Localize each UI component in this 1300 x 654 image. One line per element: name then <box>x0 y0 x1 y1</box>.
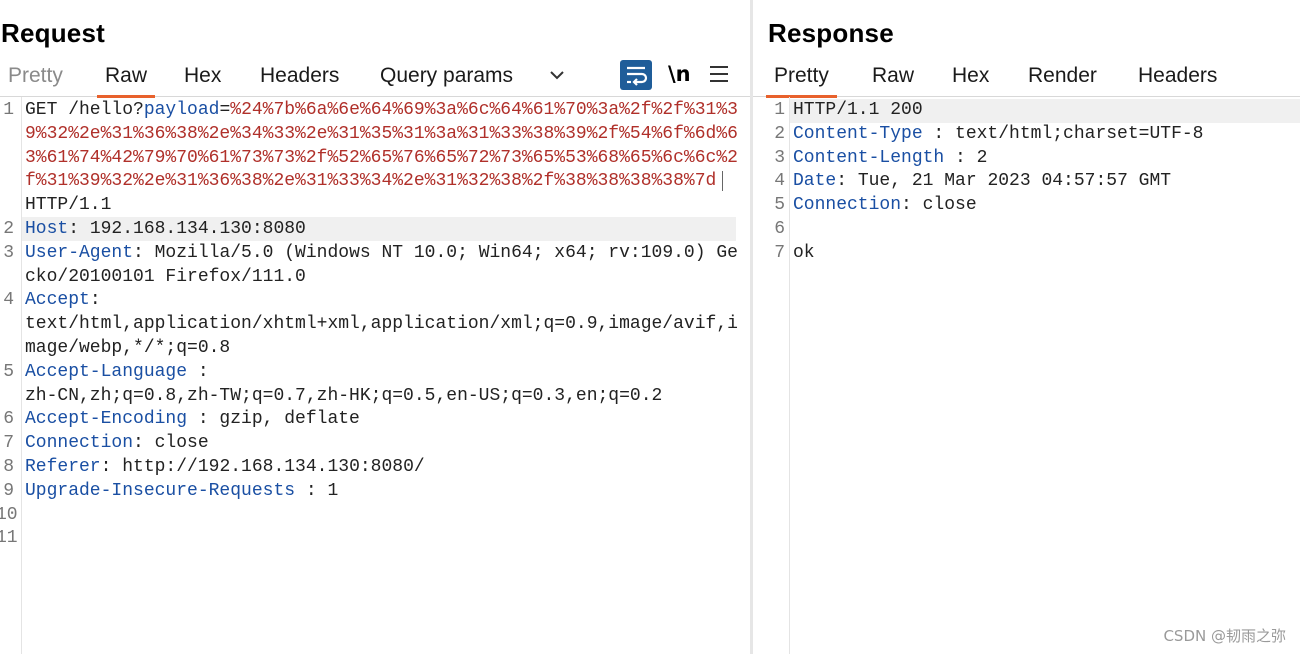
tab-raw[interactable]: Raw <box>96 62 156 98</box>
response-line-7: 7 ok <box>774 242 815 263</box>
request-line-11: 11 ​ <box>0 528 18 549</box>
tab-pretty[interactable]: Pretty <box>766 62 837 98</box>
request-line-9: 9 Upgrade-Insecure-Requests : 1 <box>3 480 339 501</box>
response-line-4: 4 Date: Tue, 21 Mar 2023 04:57:57 GMT <box>774 171 1172 192</box>
chevron-down-icon[interactable] <box>548 66 566 84</box>
request-line-4: 4 Accept: text/html,application/xhtml+xm… <box>3 290 738 358</box>
response-line-5: 5 Connection: close <box>774 195 977 216</box>
response-line-2: 2 Content-Type : text/html;charset=UTF-8 <box>774 123 1204 144</box>
newline-icon[interactable]: \n <box>668 62 691 86</box>
watermark: CSDN @韧雨之弥 <box>1163 627 1286 645</box>
request-line-1: 1 GET /hello?payload=%24%7b%6a%6e%64%69%… <box>0 99 740 241</box>
wrap-lines-icon <box>627 66 648 86</box>
response-title: Response <box>768 18 894 48</box>
response-tabs: Pretty Raw Hex Render Headers <box>753 58 1300 98</box>
tab-render[interactable]: Render <box>1028 62 1097 90</box>
request-line-10: 10 ​ <box>0 504 18 525</box>
response-panel: Response Pretty Raw Hex Render Headers 1… <box>753 0 1300 654</box>
tab-hex[interactable]: Hex <box>952 62 989 90</box>
request-line-6: 6 Accept-Encoding : gzip, deflate <box>3 409 360 430</box>
tab-headers[interactable]: Headers <box>260 62 339 90</box>
request-line-3: 3 User-Agent: Mozilla/5.0 (Windows NT 10… <box>3 242 738 287</box>
tab-pretty[interactable]: Pretty <box>8 62 63 90</box>
tab-raw[interactable]: Raw <box>872 62 914 90</box>
response-body: ok <box>793 242 815 263</box>
wrap-lines-button[interactable] <box>620 60 652 90</box>
menu-icon[interactable] <box>710 66 730 82</box>
response-line-1: 1 HTTP/1.1 200 <box>768 99 1300 123</box>
request-panel: Request Pretty Raw Hex Headers Query par… <box>0 0 750 654</box>
tab-headers[interactable]: Headers <box>1138 62 1217 90</box>
response-line-3: 3 Content-Length : 2 <box>774 147 988 168</box>
request-editor[interactable]: 1 GET /hello?payload=%24%7b%6a%6e%64%69%… <box>0 99 740 551</box>
request-line-2: 2 Host: 192.168.134.130:8080 <box>3 218 306 239</box>
text-cursor <box>722 170 724 191</box>
request-line-5: 5 Accept-Language : zh-CN,zh;q=0.8,zh-TW… <box>3 361 663 406</box>
tab-query-params[interactable]: Query params <box>380 62 513 90</box>
response-line-6: 6 ​ <box>774 218 785 239</box>
tab-hex[interactable]: Hex <box>184 62 221 90</box>
request-title: Request <box>1 18 105 48</box>
response-editor[interactable]: 1 HTTP/1.1 200 2 Content-Type : text/htm… <box>768 99 1300 266</box>
request-line-8: 8 Referer: http://192.168.134.130:8080/ <box>3 456 425 477</box>
request-line-7: 7 Connection: close <box>3 433 209 454</box>
